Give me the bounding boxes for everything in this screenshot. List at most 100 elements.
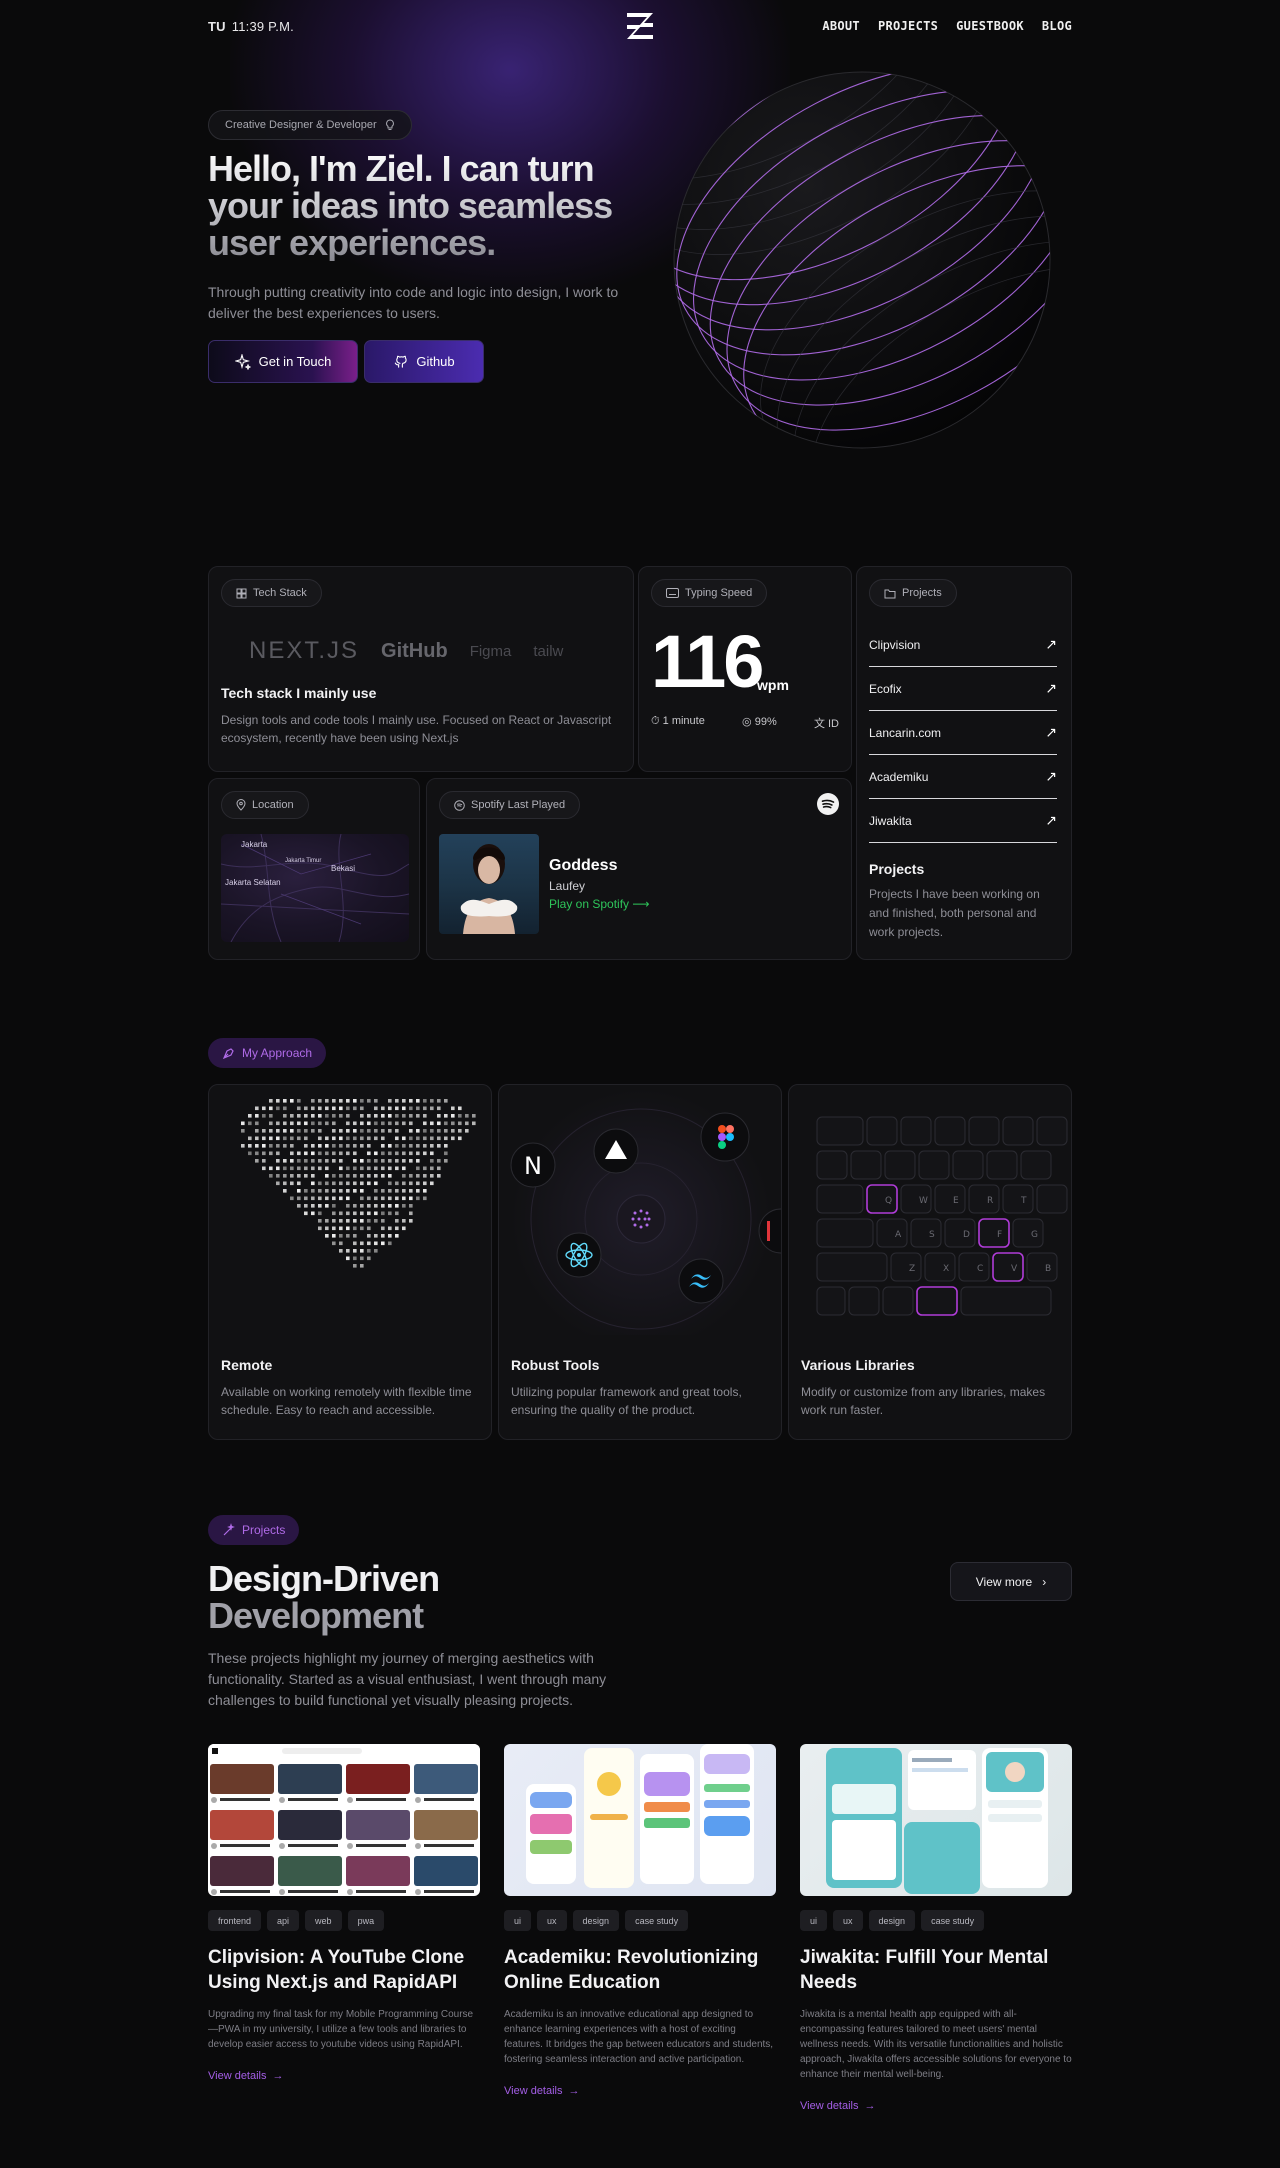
map-dot xyxy=(276,1136,280,1141)
play-on-spotify-link[interactable]: Play on Spotify ⟶ xyxy=(549,897,650,911)
map-dot xyxy=(367,1204,371,1208)
map-dot xyxy=(437,1129,441,1133)
map-dot xyxy=(402,1114,406,1118)
spotify-icon[interactable] xyxy=(817,793,839,815)
accuracy-stat: ◎ 99% xyxy=(742,716,777,728)
academiku-view-details[interactable]: View details → xyxy=(504,2085,776,2097)
typing-stats: ⏱ 1 minute ◎ 99% 文 ID xyxy=(651,715,839,731)
map-dot xyxy=(402,1159,406,1163)
project-card-jiwakita[interactable]: ui ux design case study Jiwakita: Fulfil… xyxy=(800,1744,1072,2112)
map-dot xyxy=(388,1174,392,1178)
typing-speed-chip: Typing Speed xyxy=(651,579,768,607)
map-dot xyxy=(339,1181,343,1186)
map-dot xyxy=(318,1166,322,1171)
nav-projects[interactable]: PROJECTS xyxy=(878,19,938,33)
map-dot xyxy=(276,1106,280,1111)
map-dot xyxy=(367,1219,371,1223)
map-dot xyxy=(367,1114,371,1118)
map-dot xyxy=(304,1151,308,1156)
map-dot xyxy=(318,1159,322,1163)
channel-avatar xyxy=(279,1843,285,1849)
map-dot xyxy=(353,1106,357,1111)
project-link-clipvision[interactable]: Clipvision ↗ xyxy=(869,623,1057,667)
keyboard-key-label: D xyxy=(963,1230,970,1240)
academiku-description: Academiku is an innovative educational a… xyxy=(504,2009,774,2065)
nav-blog[interactable]: BLOG xyxy=(1042,19,1072,33)
map-dot xyxy=(423,1144,427,1148)
map-dot xyxy=(381,1204,385,1208)
video-title-line xyxy=(424,1844,474,1847)
project-link-lancarin[interactable]: Lancarin.com ↗ xyxy=(869,711,1057,755)
map-dot xyxy=(332,1181,336,1186)
map-dot xyxy=(248,1121,252,1126)
map-dot xyxy=(395,1211,399,1216)
map-dot xyxy=(353,1181,357,1186)
map-label-jakarta-selatan: Jakarta Selatan xyxy=(225,878,281,887)
map-dot xyxy=(276,1166,280,1171)
get-in-touch-button[interactable]: Get in Touch xyxy=(208,340,358,383)
map-dot xyxy=(346,1204,350,1208)
keyboard-key xyxy=(816,1184,864,1214)
video-thumbnail xyxy=(210,1810,274,1840)
map-dot xyxy=(409,1151,413,1156)
channel-avatar xyxy=(211,1889,217,1895)
approach-title-tools: Robust Tools xyxy=(511,1357,600,1373)
map-dot xyxy=(290,1136,294,1141)
map-dot xyxy=(458,1114,462,1118)
project-link-ecofix[interactable]: Ecofix ↗ xyxy=(869,667,1057,711)
project-card-clipvision[interactable]: frontend api web pwa Clipvision: A YouTu… xyxy=(208,1744,480,2082)
map-dot xyxy=(458,1129,462,1133)
keyboard-key xyxy=(910,1218,942,1248)
spotify-chip: Spotify Last Played xyxy=(439,791,581,819)
clipvision-view-details[interactable]: View details → xyxy=(208,2070,480,2082)
map-dot xyxy=(430,1099,434,1103)
map-dot xyxy=(332,1219,336,1223)
nav-about[interactable]: ABOUT xyxy=(822,19,860,33)
map-dot xyxy=(353,1099,357,1103)
map-dot xyxy=(416,1174,420,1178)
map-dot xyxy=(346,1196,350,1201)
nav-guestbook[interactable]: GUESTBOOK xyxy=(956,19,1024,33)
map-dot xyxy=(255,1144,259,1148)
keyboard-key-label: Z xyxy=(909,1264,915,1274)
map-dot xyxy=(332,1144,336,1148)
map-dot xyxy=(346,1151,350,1156)
map-dot xyxy=(283,1129,287,1133)
map-dot xyxy=(311,1174,315,1178)
view-more-button[interactable]: View more › xyxy=(950,1562,1072,1601)
map-dot xyxy=(388,1241,392,1246)
project-card-academiku[interactable]: ui ux design case study Academiku: Revol… xyxy=(504,1744,776,2097)
map-dot xyxy=(416,1099,420,1103)
map-dot xyxy=(444,1121,448,1126)
map-dot xyxy=(297,1121,301,1126)
jiwakita-view-details[interactable]: View details → xyxy=(800,2100,1072,2112)
map-dot xyxy=(360,1264,364,1268)
map-dot xyxy=(402,1219,406,1223)
song-title: Goddess xyxy=(549,857,618,874)
location-map[interactable]: Jakarta Jakarta Selatan Bekasi Jakarta T… xyxy=(221,834,409,942)
map-dot xyxy=(395,1234,399,1238)
map-dot xyxy=(395,1159,399,1163)
map-dot xyxy=(367,1166,371,1171)
map-dot xyxy=(451,1121,455,1126)
map-dot xyxy=(416,1129,420,1133)
map-dot xyxy=(374,1121,378,1126)
map-dot xyxy=(262,1129,266,1133)
tag: pwa xyxy=(347,1910,385,1931)
map-dot xyxy=(248,1136,252,1141)
keyboard-key xyxy=(934,1184,966,1214)
keyboard-key xyxy=(900,1116,932,1146)
tech-stack-text: Design tools and code tools I mainly use… xyxy=(221,713,612,745)
project-link-jiwakita[interactable]: Jiwakita ↗ xyxy=(869,799,1057,843)
keyboard-key xyxy=(816,1116,864,1146)
map-dot xyxy=(248,1114,252,1118)
map-dot xyxy=(395,1136,399,1141)
map-dot xyxy=(269,1106,273,1111)
project-link-academiku[interactable]: Academiku ↗ xyxy=(869,755,1057,799)
map-dot xyxy=(241,1121,245,1126)
accuracy-value: 99% xyxy=(754,716,777,728)
github-button[interactable]: Github xyxy=(364,340,484,383)
map-dot xyxy=(374,1181,378,1186)
map-dot xyxy=(409,1099,413,1103)
logo-icon[interactable] xyxy=(624,11,656,41)
